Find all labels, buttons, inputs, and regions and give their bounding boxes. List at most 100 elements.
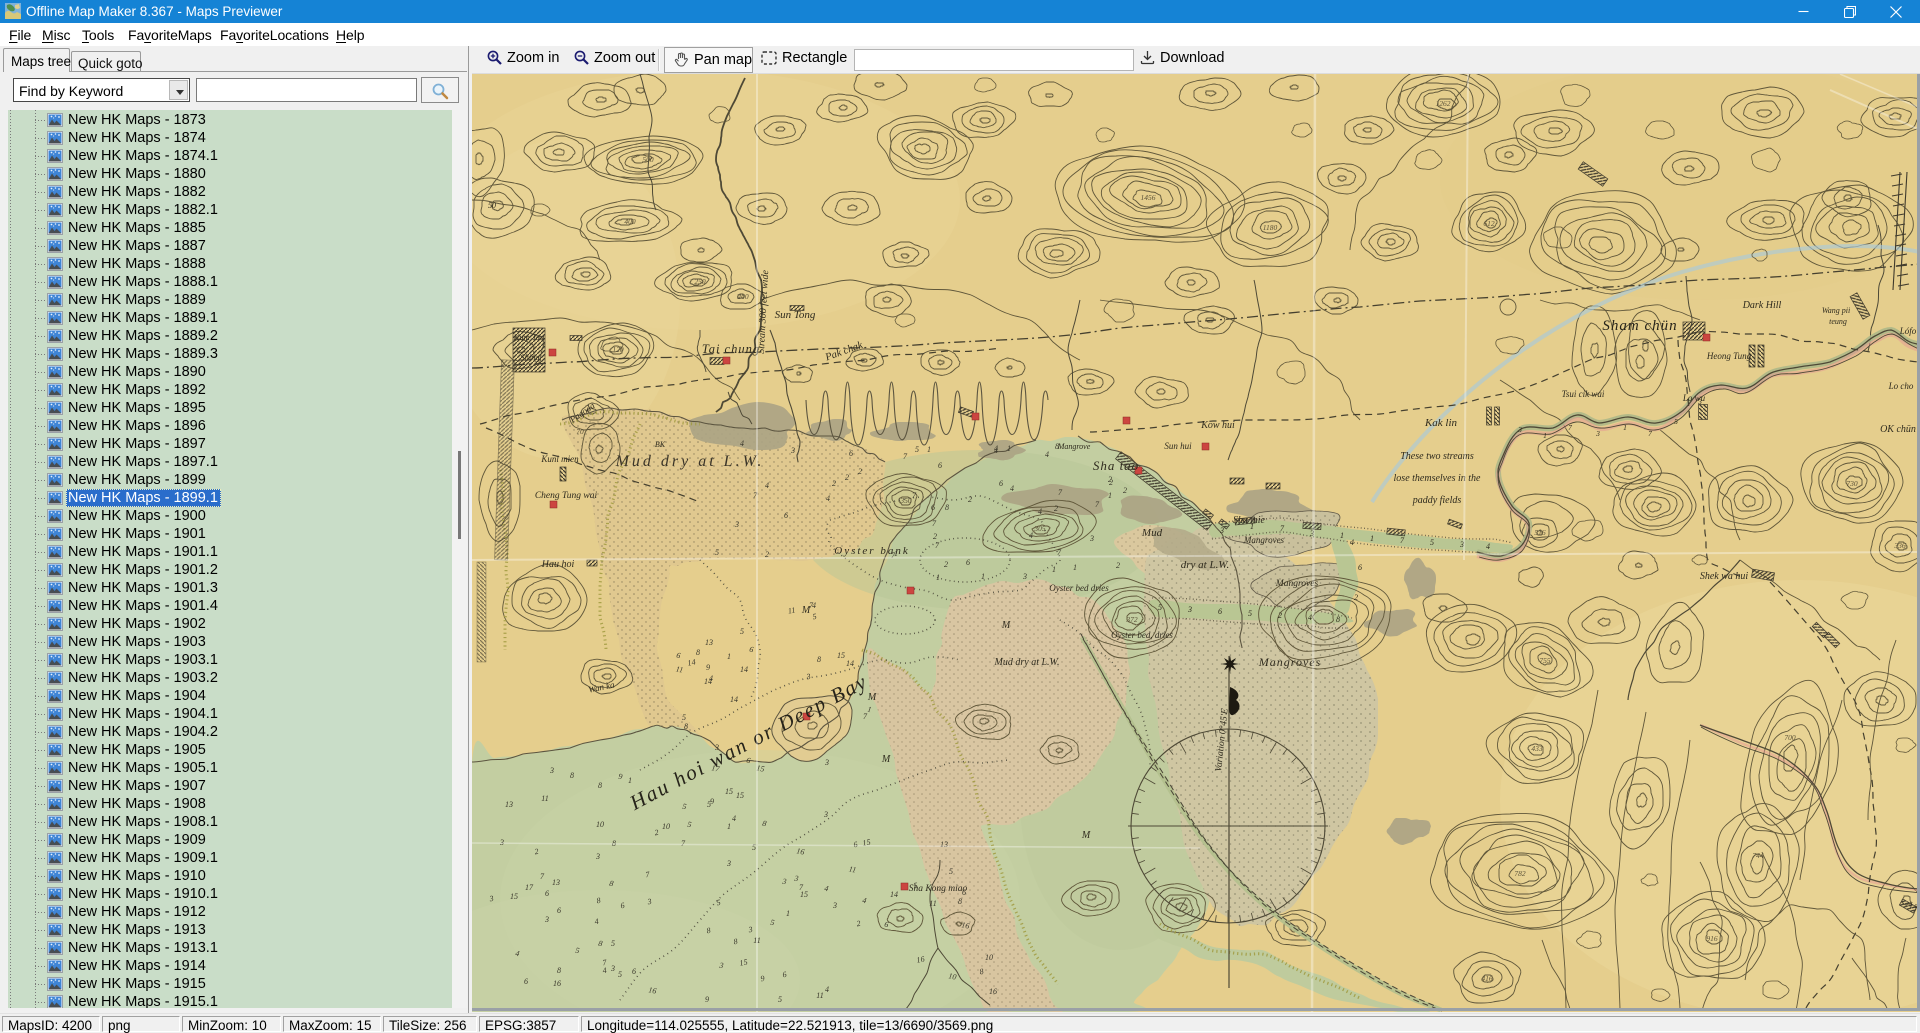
svg-text:9: 9: [710, 797, 714, 806]
svg-text:2: 2: [933, 532, 937, 541]
svg-text:Sham chün: Sham chün: [1602, 318, 1677, 334]
svg-text:70: 70: [576, 427, 584, 436]
svg-text:Dark Hill: Dark Hill: [1742, 300, 1782, 311]
svg-text:16: 16: [553, 979, 561, 988]
svg-text:730: 730: [1846, 479, 1858, 488]
svg-text:8: 8: [1055, 442, 1059, 451]
svg-text:15: 15: [725, 787, 733, 796]
svg-text:Oyster bank: Oyster bank: [834, 545, 909, 557]
svg-text:516: 516: [1534, 528, 1546, 537]
svg-text:4: 4: [1029, 531, 1033, 540]
svg-text:1: 1: [1052, 565, 1056, 574]
svg-text:2: 2: [1116, 561, 1120, 570]
svg-text:200: 200: [737, 292, 749, 301]
svg-text:15: 15: [736, 791, 744, 800]
svg-text:2: 2: [1354, 593, 1358, 602]
svg-text:Mangroves: Mangroves: [1243, 535, 1285, 545]
svg-text:5: 5: [1158, 603, 1162, 612]
svg-text:16: 16: [916, 954, 925, 964]
svg-text:5: 5: [915, 445, 919, 454]
svg-text:M: M: [1081, 830, 1091, 841]
svg-text:8: 8: [817, 655, 821, 664]
svg-text:14: 14: [846, 659, 854, 668]
svg-text:8: 8: [570, 771, 574, 780]
svg-text:372: 372: [1125, 615, 1138, 624]
svg-text:6: 6: [999, 479, 1003, 488]
svg-text:Shek wa hui: Shek wa hui: [1700, 571, 1749, 582]
svg-text:13: 13: [552, 878, 560, 887]
svg-text:10: 10: [662, 822, 670, 831]
svg-text:782: 782: [1514, 869, 1526, 878]
svg-text:Sha tao: Sha tao: [1093, 458, 1139, 473]
svg-text:3: 3: [823, 810, 828, 819]
svg-text:8: 8: [1336, 615, 1340, 624]
svg-text:1: 1: [927, 445, 931, 454]
svg-text:M: M: [1001, 620, 1011, 631]
svg-text:3: 3: [1697, 397, 1702, 406]
svg-text:Lo wu: Lo wu: [1682, 393, 1706, 403]
svg-text:3: 3: [1187, 605, 1192, 614]
svg-text:M: M: [867, 692, 877, 703]
svg-text:16: 16: [989, 987, 997, 996]
svg-text:3: 3: [1089, 534, 1094, 543]
svg-text:7: 7: [1648, 429, 1652, 438]
svg-text:1: 1: [1340, 531, 1344, 540]
svg-text:16: 16: [961, 920, 970, 930]
svg-text:5: 5: [611, 939, 615, 948]
svg-text:916: 916: [1706, 934, 1718, 943]
svg-text:3: 3: [1517, 425, 1522, 434]
svg-text:17: 17: [525, 883, 534, 892]
svg-text:Heong Tung: Heong Tung: [1706, 351, 1752, 361]
svg-text:14: 14: [704, 677, 712, 686]
svg-text:6: 6: [545, 889, 549, 898]
svg-text:Lo cho: Lo cho: [1888, 381, 1914, 391]
svg-text:BK: BK: [655, 440, 666, 449]
svg-text:755: 755: [1539, 656, 1551, 665]
svg-text:2: 2: [832, 479, 836, 488]
svg-text:13: 13: [940, 840, 948, 849]
svg-text:4: 4: [740, 439, 744, 448]
svg-text:1: 1: [1250, 522, 1254, 531]
svg-text:6: 6: [849, 449, 853, 458]
svg-text:Tsui cik wai: Tsui cik wai: [1562, 389, 1605, 399]
svg-text:14: 14: [730, 695, 738, 704]
svg-text:Kak lin: Kak lin: [1424, 417, 1458, 429]
svg-text:8: 8: [696, 648, 700, 657]
svg-text:1262: 1262: [1436, 99, 1451, 108]
svg-text:4: 4: [1350, 538, 1354, 547]
svg-text:2: 2: [944, 560, 948, 569]
svg-text:8: 8: [684, 722, 688, 731]
svg-text:Kuni mien: Kuni mien: [540, 454, 579, 464]
svg-text:11: 11: [675, 664, 684, 674]
svg-text:11: 11: [541, 794, 548, 803]
svg-text:15: 15: [800, 890, 808, 899]
svg-text:Oyster bed dries: Oyster bed dries: [1049, 583, 1109, 593]
svg-text:13: 13: [505, 800, 513, 809]
svg-text:1: 1: [1108, 491, 1112, 500]
svg-text:2: 2: [1123, 486, 1127, 495]
svg-text:2: 2: [1054, 504, 1058, 513]
svg-text:4: 4: [1486, 542, 1490, 551]
svg-text:8: 8: [557, 966, 561, 975]
svg-text:350: 350: [899, 496, 912, 505]
svg-text:6: 6: [938, 461, 942, 470]
svg-text:3: 3: [832, 901, 837, 910]
svg-text:14: 14: [687, 657, 696, 667]
svg-text:6: 6: [1358, 563, 1362, 572]
svg-text:5: 5: [740, 627, 744, 636]
svg-text:paddy fields: paddy fields: [1412, 495, 1462, 506]
svg-text:Sun hui: Sun hui: [1164, 441, 1192, 451]
svg-text:OK chün: OK chün: [1880, 424, 1916, 435]
svg-text:Mangrove: Mangrove: [1057, 442, 1091, 451]
svg-text:1: 1: [628, 776, 632, 785]
svg-text:10: 10: [985, 953, 993, 962]
svg-text:4: 4: [765, 481, 769, 490]
svg-text:10: 10: [948, 971, 957, 981]
svg-text:16: 16: [648, 985, 657, 995]
svg-text:4: 4: [1308, 613, 1312, 622]
svg-text:6: 6: [931, 503, 935, 512]
svg-text:1456: 1456: [1141, 193, 1156, 202]
svg-text:Shing: Shing: [520, 352, 539, 362]
svg-text:4: 4: [1038, 507, 1042, 516]
svg-text:1: 1: [727, 822, 731, 831]
